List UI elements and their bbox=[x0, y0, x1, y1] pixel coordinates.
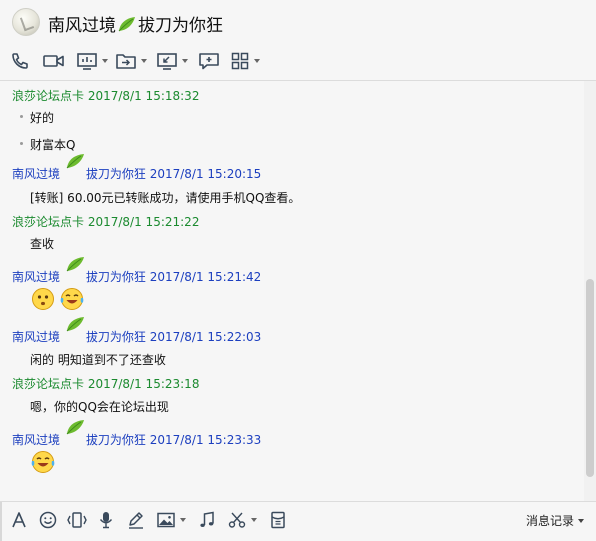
sender-name-prefix[interactable]: 南风过境 bbox=[12, 330, 60, 344]
message-text: 嗯，你的QQ会在论坛出现 bbox=[30, 400, 169, 414]
message-time: 2017/8/1 15:21:42 bbox=[149, 270, 262, 284]
apps-grid-icon[interactable] bbox=[230, 50, 260, 72]
message-time: 2017/8/1 15:18:32 bbox=[87, 89, 200, 103]
tears-of-joy-emoji bbox=[59, 287, 85, 314]
message-header: 浪莎论坛点卡 2017/8/1 15:21:22 bbox=[12, 213, 199, 230]
screenshot-icon[interactable] bbox=[227, 510, 257, 530]
message-header: 南风过境 拔刀为你狂 2017/8/1 15:23:33 bbox=[12, 420, 262, 448]
leaf-icon bbox=[64, 317, 86, 341]
message-text: 查收 bbox=[30, 237, 55, 251]
chevron-down-icon bbox=[254, 59, 260, 63]
message-time: 2017/8/1 15:21:22 bbox=[87, 215, 200, 229]
add-message-icon[interactable] bbox=[198, 50, 220, 72]
chat-window: 南风过境 拔刀为你狂 浪莎论坛点卡 2017/8/1 15:18:32 好的 财… bbox=[0, 0, 596, 541]
message-list[interactable]: 浪莎论坛点卡 2017/8/1 15:18:32 好的 财富本Q 南风过境 拔刀… bbox=[0, 81, 584, 501]
message-time: 2017/8/1 15:20:15 bbox=[149, 167, 262, 181]
message-text: [转账] 60.00元已转账成功，请使用手机QQ查看。 bbox=[30, 191, 301, 205]
sender-name-suffix[interactable]: 拔刀为你狂 bbox=[86, 167, 146, 181]
sender-name-suffix[interactable]: 拔刀为你狂 bbox=[86, 330, 146, 344]
avatar[interactable] bbox=[12, 8, 40, 36]
remote-desktop-icon[interactable] bbox=[156, 50, 188, 72]
sender-name-prefix[interactable]: 南风过境 bbox=[12, 270, 60, 284]
sender-name-prefix[interactable]: 南风过境 bbox=[12, 167, 60, 181]
file-transfer-icon[interactable] bbox=[115, 50, 147, 72]
message-text: 财富本Q bbox=[30, 138, 76, 152]
phone-icon[interactable] bbox=[10, 50, 30, 72]
red-packet-icon[interactable] bbox=[269, 510, 287, 530]
message-history-label: 消息记录 bbox=[525, 514, 574, 528]
tears-of-joy-emoji bbox=[30, 450, 56, 477]
emoji-icon[interactable] bbox=[38, 510, 58, 530]
message-header: 南风过境 拔刀为你狂 2017/8/1 15:21:42 bbox=[12, 257, 262, 285]
sender-name-prefix[interactable]: 南风过境 bbox=[12, 433, 60, 447]
music-icon[interactable] bbox=[198, 510, 216, 530]
message-header: 南风过境 拔刀为你狂 2017/8/1 15:20:15 bbox=[12, 154, 262, 182]
chevron-down-icon bbox=[251, 518, 257, 522]
sender-name[interactable]: 浪莎论坛点卡 bbox=[12, 377, 84, 391]
sender-name-suffix[interactable]: 拔刀为你狂 bbox=[86, 433, 146, 447]
title-name-suffix: 拔刀为你狂 bbox=[138, 16, 223, 36]
sender-name[interactable]: 浪莎论坛点卡 bbox=[12, 89, 84, 103]
message-header: 浪莎论坛点卡 2017/8/1 15:18:32 bbox=[12, 87, 199, 104]
dizzy-face-emoji bbox=[31, 287, 55, 314]
chevron-down-icon bbox=[102, 59, 108, 63]
message-text: 好的 bbox=[30, 111, 55, 125]
shake-icon[interactable] bbox=[66, 510, 88, 530]
chat-header: 南风过境 拔刀为你狂 bbox=[0, 0, 596, 44]
chevron-down-icon bbox=[182, 59, 188, 63]
voice-icon[interactable] bbox=[97, 510, 115, 530]
screen-share-icon[interactable] bbox=[76, 50, 108, 72]
input-toolbar: 消息记录 bbox=[0, 502, 596, 541]
video-icon[interactable] bbox=[42, 50, 66, 72]
message-time: 2017/8/1 15:23:33 bbox=[149, 433, 262, 447]
message-history-button[interactable]: 消息记录 bbox=[526, 512, 584, 529]
chevron-down-icon bbox=[141, 59, 147, 63]
message-time: 2017/8/1 15:22:03 bbox=[149, 330, 262, 344]
leaf-icon bbox=[64, 257, 86, 281]
handwriting-icon[interactable] bbox=[126, 510, 146, 530]
message-header: 南风过境 拔刀为你狂 2017/8/1 15:22:03 bbox=[12, 317, 262, 345]
divider bbox=[0, 502, 2, 541]
image-icon[interactable] bbox=[156, 510, 186, 530]
scrollbar-thumb[interactable] bbox=[586, 279, 594, 477]
chat-title[interactable]: 南风过境 拔刀为你狂 bbox=[48, 11, 223, 38]
leaf-icon bbox=[64, 154, 86, 178]
sender-name[interactable]: 浪莎论坛点卡 bbox=[12, 215, 84, 229]
title-name-prefix: 南风过境 bbox=[48, 16, 116, 36]
list-bullet bbox=[20, 142, 23, 145]
chat-toolbar bbox=[0, 46, 596, 76]
sender-name-suffix[interactable]: 拔刀为你狂 bbox=[86, 270, 146, 284]
leaf-icon bbox=[64, 420, 86, 444]
list-bullet bbox=[20, 115, 23, 118]
font-icon[interactable] bbox=[10, 510, 28, 530]
chevron-down-icon bbox=[180, 518, 186, 522]
message-time: 2017/8/1 15:23:18 bbox=[87, 377, 200, 391]
message-text: 闲的 明知道到不了还查收 bbox=[30, 353, 166, 367]
leaf-icon bbox=[117, 15, 137, 38]
message-header: 浪莎论坛点卡 2017/8/1 15:23:18 bbox=[12, 375, 199, 392]
chevron-down-icon bbox=[578, 518, 584, 523]
